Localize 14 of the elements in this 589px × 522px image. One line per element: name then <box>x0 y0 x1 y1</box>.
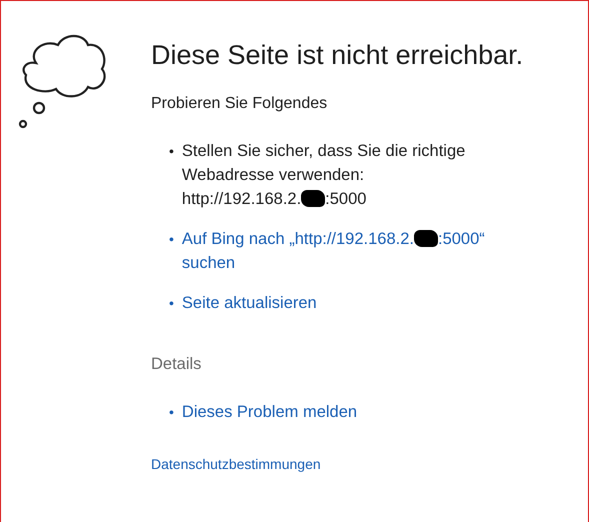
page-title: Diese Seite ist nicht erreichbar. <box>151 39 524 72</box>
details-heading: Details <box>151 355 202 374</box>
suggestion-link[interactable]: Seite aktualisieren <box>182 291 317 315</box>
suggestion-text: Stellen Sie sicher, dass Sie die richtige Webadresse verwenden: http://192.168.2. :5000 <box>182 141 466 210</box>
redaction-mark <box>414 230 438 247</box>
bullet: • <box>169 403 174 422</box>
suggestion-link[interactable]: Dieses Problem melden <box>182 400 358 424</box>
redaction-mark <box>301 190 326 207</box>
bullet: • <box>169 294 174 313</box>
privacy-link[interactable]: Datenschutzbestimmungen <box>151 456 321 472</box>
bullet: • <box>169 142 174 161</box>
bullet: • <box>169 230 174 249</box>
suggestion-link[interactable]: Auf Bing nach „http://192.168.2. :5000“ suchen <box>182 227 485 275</box>
suggestions-heading: Probieren Sie Folgendes <box>151 94 328 114</box>
